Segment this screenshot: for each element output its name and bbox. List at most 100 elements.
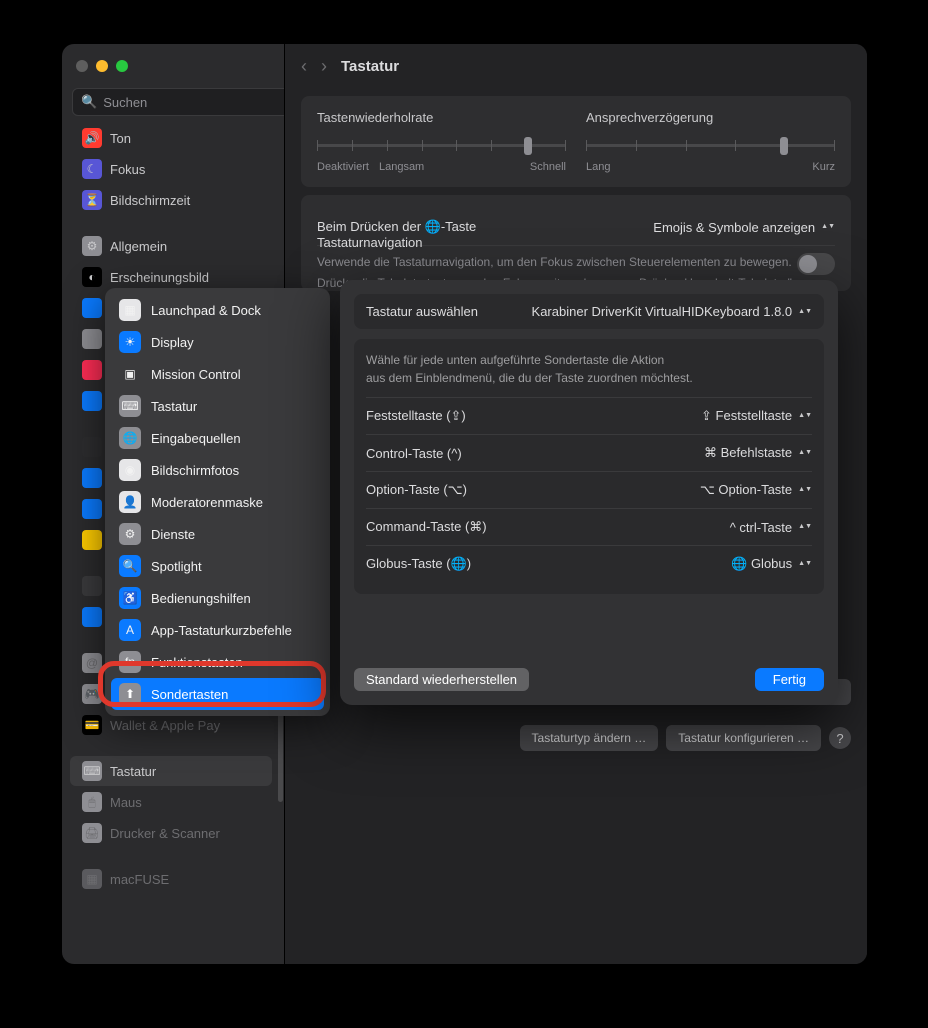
globe-key-value: Emojis & Symbole anzeigen xyxy=(653,220,815,235)
sidebar-item-label: Allgemein xyxy=(110,239,167,254)
menu-item-icon: 🔍 xyxy=(119,555,141,577)
sidebar-item-icon xyxy=(82,298,102,318)
sidebar-item-label: Drucker & Scanner xyxy=(110,826,220,841)
modifier-key-select[interactable]: ⌥ Option-Taste▲▼ xyxy=(700,482,812,498)
main-header: ‹ › Tastatur xyxy=(285,44,867,88)
sidebar-item-icon xyxy=(82,607,102,627)
modifier-key-label: Option-Taste (⌥) xyxy=(366,482,467,498)
chevron-updown-icon: ▲▼ xyxy=(798,413,812,419)
nav-forward-icon[interactable]: › xyxy=(321,56,327,77)
menu-item-label: Mission Control xyxy=(151,367,241,382)
keyboard-select-value: Karabiner DriverKit VirtualHIDKeyboard 1… xyxy=(532,304,793,319)
menu-item-icon: A xyxy=(119,619,141,641)
menu-item[interactable]: ♿Bedienungshilfen xyxy=(111,582,324,614)
keyboard-nav-toggle[interactable] xyxy=(797,253,835,275)
repeat-min-label: Deaktiviert xyxy=(317,161,369,173)
menu-item[interactable]: 🌐Eingabequellen xyxy=(111,422,324,454)
menu-item[interactable]: ▣ Mission Control xyxy=(111,358,324,390)
menu-item-icon: ⬆ xyxy=(119,683,141,705)
sidebar-item[interactable]: ⌨Tastatur xyxy=(70,756,272,786)
sidebar-item[interactable]: ▦macFUSE xyxy=(70,864,272,894)
sidebar-item[interactable]: ☾Fokus xyxy=(70,154,272,184)
keyboard-select-dropdown[interactable]: Karabiner DriverKit VirtualHIDKeyboard 1… xyxy=(532,304,812,319)
menu-item[interactable]: ⌨ Tastatur xyxy=(111,390,324,422)
menu-item[interactable]: ⬆Sondertasten xyxy=(111,678,324,710)
keyboard-type-button[interactable]: Tastaturtyp ändern … xyxy=(520,725,659,751)
menu-item-icon: 👤 xyxy=(119,491,141,513)
modifier-key-value: 🌐 Globus xyxy=(731,556,792,572)
menu-item-icon: ⚙ xyxy=(119,523,141,545)
modifier-key-select[interactable]: ⇪ Feststelltaste▲▼ xyxy=(701,408,812,424)
done-button[interactable]: Fertig xyxy=(755,668,824,691)
keyboard-nav-label: Tastaturnavigation xyxy=(317,235,797,250)
sidebar-item-icon: 🎮 xyxy=(82,684,102,704)
menu-item[interactable]: 🔍 Spotlight xyxy=(111,550,324,582)
repeat-max-label: Schnell xyxy=(530,161,566,173)
sidebar-item-label: Erscheinungsbild xyxy=(110,270,209,285)
repeat-mid-label: Langsam xyxy=(379,161,424,173)
modifier-key-label: Control-Taste (^) xyxy=(366,446,462,461)
menu-item[interactable]: ▦Launchpad & Dock xyxy=(111,294,324,326)
nav-back-icon[interactable]: ‹ xyxy=(301,56,307,77)
chevron-updown-icon: ▲▼ xyxy=(821,224,835,230)
sidebar-item-icon: 🔊 xyxy=(82,128,102,148)
modifier-key-label: Command-Taste (⌘) xyxy=(366,519,487,535)
menu-item-label: Bildschirmfotos xyxy=(151,463,239,478)
help-button[interactable]: ? xyxy=(829,727,851,749)
keyboard-nav-desc-1: Verwende die Tastaturnavigation, um den … xyxy=(317,254,797,271)
modifier-key-value: ^ ctrl-Taste xyxy=(730,520,792,535)
modifier-key-select[interactable]: 🌐 Globus▲▼ xyxy=(731,556,812,572)
chevron-updown-icon: ▲▼ xyxy=(798,524,812,530)
menu-item-icon: ◉ xyxy=(119,459,141,481)
sidebar-item-icon xyxy=(82,530,102,550)
repeat-rate-slider[interactable] xyxy=(317,135,566,155)
keyboard-config-button[interactable]: Tastatur konfigurieren … xyxy=(666,725,821,751)
sidebar-item-icon: 💳 xyxy=(82,715,102,735)
close-window-icon[interactable] xyxy=(76,60,88,72)
menu-item-icon: ▣ xyxy=(119,363,141,385)
menu-item[interactable]: ☀Display xyxy=(111,326,324,358)
modifier-key-row: Feststelltaste (⇪) ⇪ Feststelltaste▲▼ xyxy=(366,397,812,434)
sidebar-item-icon xyxy=(82,576,102,596)
zoom-window-icon[interactable] xyxy=(116,60,128,72)
menu-item-label: Moderatorenmaske xyxy=(151,495,263,510)
modifier-key-select[interactable]: ⌘ Befehlstaste▲▼ xyxy=(704,445,812,461)
sidebar-item-icon xyxy=(82,329,102,349)
shortcuts-category-menu: ▦Launchpad & Dock☀Display ▣ Mission Contro… xyxy=(105,288,330,716)
sidebar-item[interactable]: 🖱Maus xyxy=(70,787,272,817)
modifier-key-row: Control-Taste (^) ⌘ Befehlstaste▲▼ xyxy=(366,434,812,471)
menu-item-label: Tastatur xyxy=(151,399,197,414)
menu-item-label: Bedienungshilfen xyxy=(151,591,251,606)
menu-item[interactable]: ⚙Dienste xyxy=(111,518,324,550)
menu-item-icon: ⌨ xyxy=(119,395,141,417)
sidebar-item-icon: ▦ xyxy=(82,869,102,889)
delay-slider[interactable] xyxy=(586,135,835,155)
sidebar-item[interactable]: 🔊Ton xyxy=(70,123,272,153)
menu-item[interactable]: 👤 Moderatorenmaske xyxy=(111,486,324,518)
search-icon: 🔍 xyxy=(81,94,97,110)
modifier-key-label: Feststelltaste (⇪) xyxy=(366,408,466,424)
modifier-key-label: Globus-Taste (🌐) xyxy=(366,556,471,572)
modifier-key-row: Option-Taste (⌥) ⌥ Option-Taste▲▼ xyxy=(366,471,812,508)
menu-item[interactable]: AApp-Tastaturkurzbefehle xyxy=(111,614,324,646)
modifier-key-row: Command-Taste (⌘) ^ ctrl-Taste ▲▼ xyxy=(366,508,812,545)
menu-item-icon: ☀ xyxy=(119,331,141,353)
modifier-key-value: ⌘ Befehlstaste xyxy=(704,445,792,461)
menu-item[interactable]: ◉ Bildschirmfotos xyxy=(111,454,324,486)
sidebar-item-icon xyxy=(82,360,102,380)
sidebar-item[interactable]: 🖨Drucker & Scanner xyxy=(70,818,272,848)
modifier-key-select[interactable]: ^ ctrl-Taste ▲▼ xyxy=(730,520,812,535)
chevron-updown-icon: ▲▼ xyxy=(798,487,812,493)
sidebar-item-label: Fokus xyxy=(110,162,145,177)
sheet-desc-1: Wähle für jede unten aufgeführte Sondert… xyxy=(366,351,812,369)
minimize-window-icon[interactable] xyxy=(96,60,108,72)
menu-item[interactable]: fnFunktionstasten xyxy=(111,646,324,678)
modifier-key-row: Globus-Taste (🌐) 🌐 Globus▲▼ xyxy=(366,545,812,582)
menu-item-label: Spotlight xyxy=(151,559,202,574)
sidebar-item[interactable]: ⚙ Allgemein xyxy=(70,231,272,261)
page-title: Tastatur xyxy=(341,58,399,75)
globe-key-select[interactable]: Emojis & Symbole anzeigen ▲▼ xyxy=(653,220,835,235)
sidebar-item[interactable]: ⏳Bildschirmzeit xyxy=(70,185,272,215)
restore-defaults-button[interactable]: Standard wiederherstellen xyxy=(354,668,529,691)
sidebar-item-icon: ⚙ xyxy=(82,236,102,256)
